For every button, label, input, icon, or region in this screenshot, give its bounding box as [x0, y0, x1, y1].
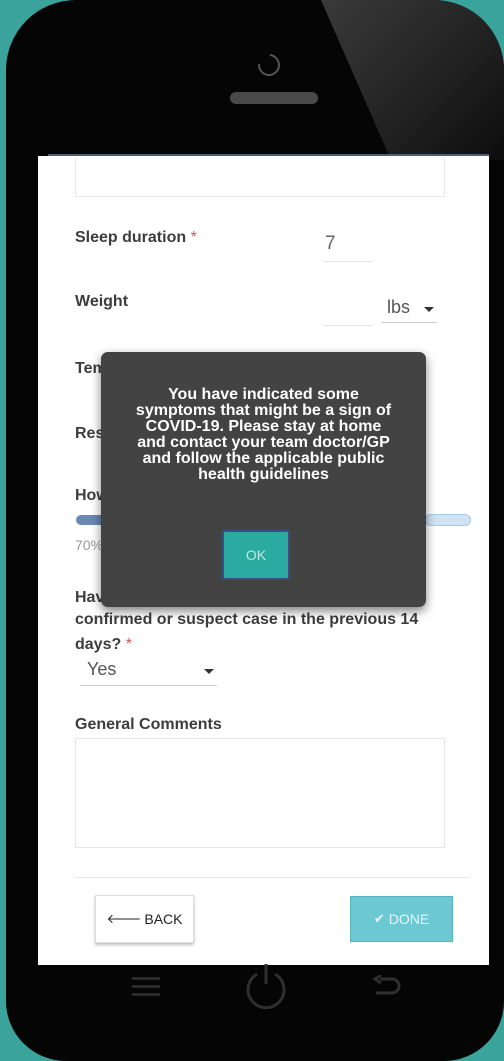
camera-icon: [253, 49, 285, 81]
covid-alert-dialog: You have indicated some symptoms that mi…: [101, 352, 426, 607]
back-button[interactable]: 🡐 BACK: [95, 895, 194, 943]
required-marker: *: [190, 229, 197, 246]
speaker-grille: [230, 92, 318, 104]
contact-answer-select[interactable]: Yes: [80, 659, 217, 686]
sleep-duration-label: Sleep duration *: [75, 229, 197, 246]
done-button-label: DONE: [388, 911, 430, 927]
contact-question-start: Hav: [75, 589, 105, 606]
weight-unit-select[interactable]: lbs: [382, 297, 437, 323]
required-marker: *: [125, 636, 132, 653]
arrow-left-icon: 🡐: [106, 912, 142, 927]
slider-value: 70%: [75, 537, 104, 553]
chevron-down-icon: [424, 307, 434, 312]
menu-icon[interactable]: [132, 975, 160, 999]
weight-label: Weight: [75, 293, 129, 310]
weight-input[interactable]: [324, 291, 372, 326]
phone-glare: [321, 0, 504, 160]
sleep-duration-input[interactable]: 7: [324, 227, 372, 262]
general-comments-textarea[interactable]: [75, 738, 445, 848]
respiratory-label: Res: [75, 425, 105, 442]
covid-alert-message: You have indicated some symptoms that mi…: [135, 386, 392, 483]
slider-track[interactable]: [425, 514, 471, 526]
contact-question-line2: confirmed or suspect case in the previou…: [75, 611, 419, 628]
footer-divider: [75, 877, 469, 878]
check-icon: ✔: [373, 911, 385, 927]
back-button-label: BACK: [144, 911, 183, 927]
done-button[interactable]: ✔ DONE: [350, 896, 453, 942]
chevron-down-icon: [204, 669, 214, 674]
ok-button[interactable]: OK: [222, 530, 290, 580]
contact-question-line3: days? *: [75, 636, 132, 653]
general-comments-label: General Comments: [75, 716, 222, 733]
return-arrow-icon[interactable]: [372, 975, 402, 999]
previous-textarea[interactable]: [75, 158, 445, 197]
power-home-icon[interactable]: [243, 962, 289, 1010]
